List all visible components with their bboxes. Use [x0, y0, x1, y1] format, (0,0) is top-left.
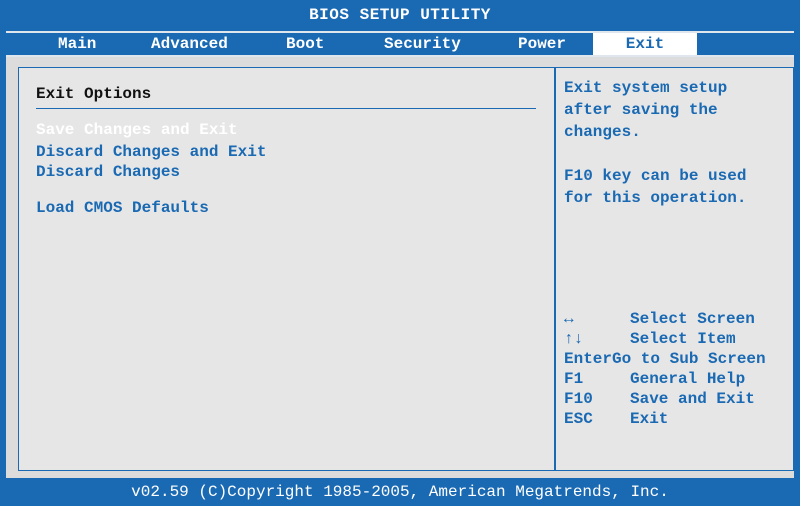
key-description: Save and Exit [630, 390, 755, 408]
tab-main[interactable]: Main [58, 33, 96, 55]
help-description: Exit system setup after saving the chang… [564, 79, 728, 141]
key-description: Select Item [630, 330, 736, 348]
help-note: F10 key can be used for this operation. [564, 167, 747, 207]
option-save-changes-and-exit[interactable]: Save Changes and Exit [36, 121, 238, 139]
key-row: ↔ Select Screen [564, 309, 799, 329]
key-description: Exit [630, 410, 669, 428]
copyright-footer: v02.59 (C)Copyright 1985-2005, American … [0, 478, 800, 506]
tab-power[interactable]: Power [518, 33, 566, 55]
key-row: ↑↓ Select Item [564, 329, 799, 349]
main-content: Exit Options Save Changes and Exit Disca… [6, 57, 794, 478]
left-right-arrow-icon: ↔ [564, 310, 574, 328]
help-panel: Exit system setup after saving the chang… [564, 77, 792, 209]
key-row: ESC Exit [564, 409, 799, 429]
tab-boot[interactable]: Boot [286, 33, 324, 55]
key-row: F1 General Help [564, 369, 799, 389]
option-load-cmos-defaults[interactable]: Load CMOS Defaults [36, 199, 209, 217]
section-divider [36, 108, 536, 109]
key-name: F1 [564, 370, 584, 388]
menu-bar: Main Advanced Boot Security Power Exit [6, 31, 794, 57]
key-name: ESC [564, 410, 593, 428]
option-discard-changes-and-exit[interactable]: Discard Changes and Exit [36, 143, 266, 161]
up-down-arrow-icon: ↑↓ [564, 330, 584, 348]
key-row: F10 Save and Exit [564, 389, 799, 409]
panel-divider [554, 67, 556, 471]
key-description: Select Screen [630, 310, 755, 328]
key-description: Go to Sub Screen [612, 350, 766, 368]
key-legend: ↔ Select Screen ↑↓ Select Item Enter Go … [564, 309, 799, 429]
key-row: Enter Go to Sub Screen [564, 349, 799, 369]
bios-title: BIOS SETUP UTILITY [0, 0, 800, 30]
tab-exit[interactable]: Exit [593, 33, 697, 55]
key-name: F10 [564, 390, 593, 408]
key-name: Enter [564, 350, 613, 368]
tab-security[interactable]: Security [384, 33, 461, 55]
section-title: Exit Options [36, 85, 152, 103]
option-discard-changes[interactable]: Discard Changes [36, 163, 180, 181]
key-description: General Help [630, 370, 746, 388]
tab-advanced[interactable]: Advanced [151, 33, 228, 55]
